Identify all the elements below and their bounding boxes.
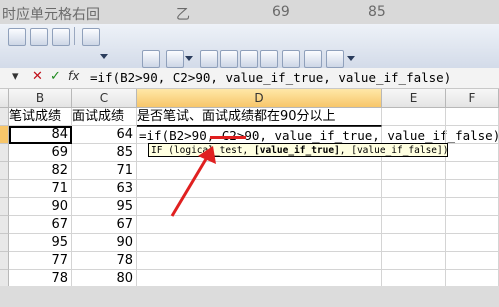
arrow-head [198, 146, 216, 164]
status-strip [0, 286, 499, 307]
annotation-arrow [170, 136, 246, 217]
arrow-shaft [170, 153, 211, 217]
arrow-underline [210, 136, 246, 139]
